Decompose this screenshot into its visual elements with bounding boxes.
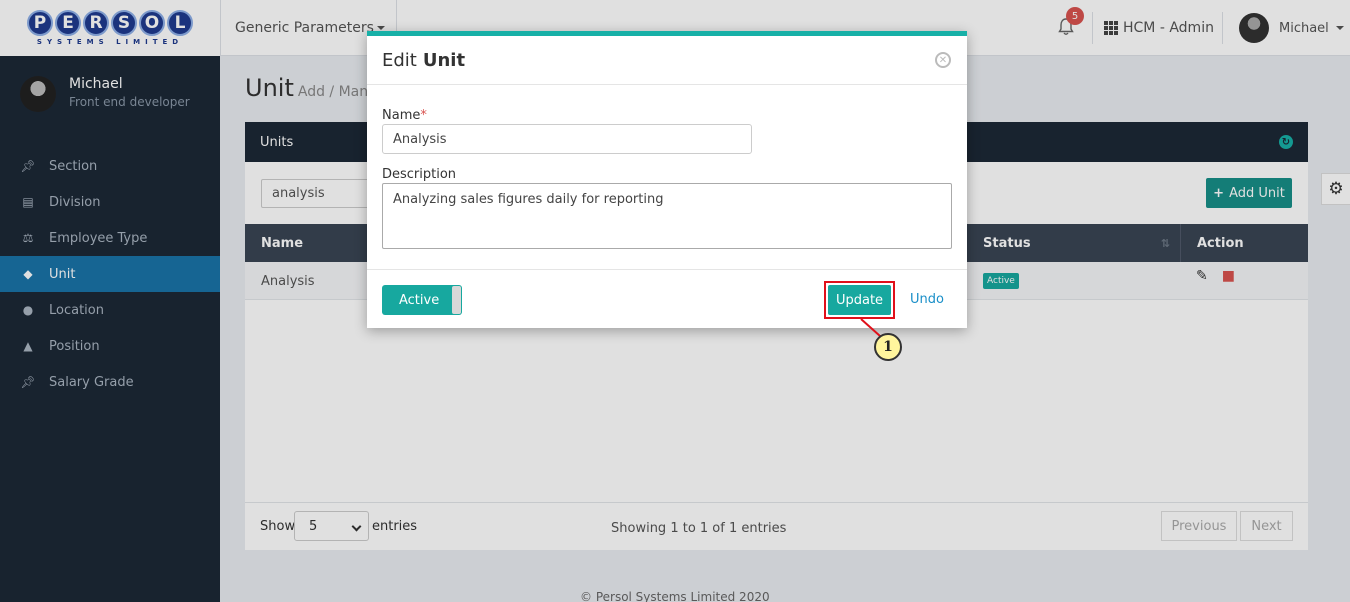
undo-link[interactable]: Undo [910, 292, 944, 307]
name-label: Name* [382, 108, 427, 123]
modal-title-prefix: Edit [382, 49, 417, 71]
toggle-knob [452, 286, 461, 314]
highlight-box: Update [824, 281, 895, 319]
required-mark: * [420, 108, 427, 123]
modal-title-bold: Unit [422, 49, 466, 71]
description-label: Description [382, 167, 457, 182]
toggle-label: Active [399, 292, 440, 308]
name-field[interactable]: Analysis [382, 124, 752, 154]
modal-header: Edit Unit ✕ [367, 36, 967, 85]
edit-unit-modal: Edit Unit ✕ Name* Analysis Description An… [367, 31, 967, 328]
active-toggle[interactable]: Active [382, 285, 462, 315]
description-field[interactable]: Analyzing sales figures daily for report… [382, 183, 952, 249]
step-callout: 1 [874, 333, 902, 361]
update-button[interactable]: Update [828, 285, 891, 315]
modal-footer: Active Update Undo [367, 269, 967, 328]
name-label-text: Name [382, 108, 421, 123]
close-icon[interactable]: ✕ [935, 52, 951, 68]
